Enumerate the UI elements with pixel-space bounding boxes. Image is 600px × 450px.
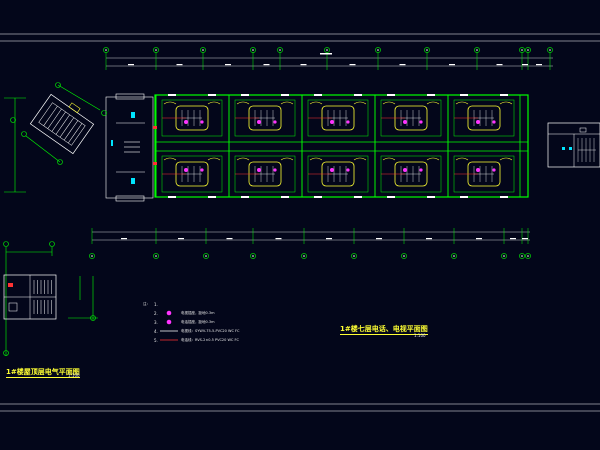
phone-outlet-symbol — [166, 319, 172, 325]
legend-item-5-index: 5. — [154, 338, 158, 343]
main-drawing-scale: 1:100 — [414, 333, 426, 338]
right-partial-plan — [547, 122, 600, 168]
detail-drawing-scale: 1:100 — [68, 373, 80, 378]
legend-item-4-index: 4. — [154, 329, 158, 334]
cad-drawing-canvas[interactable] — [0, 0, 600, 450]
main-floor-plan — [105, 93, 529, 202]
tv-outlet-symbol — [166, 310, 172, 316]
top-dimension-chain — [103, 47, 553, 70]
legend-item-5-text: 电话线：RVS-2×0.5 PVC20 WC FC — [181, 338, 239, 342]
bottom-dimension-chain — [89, 228, 531, 259]
legend-item-3-index: 3. — [154, 320, 158, 325]
sheet-border — [0, 33, 600, 412]
legend-item-3-text: 电话插座，距地0.3m — [181, 320, 215, 324]
legend-item-2-text: 电视插座，距地0.3m — [181, 311, 215, 315]
legend-item-4-text: 电视线：SYWV-75-5-PVC20 WC FC — [181, 329, 240, 333]
roof-detail-plan — [3, 241, 98, 356]
rotated-stair-detail — [4, 82, 107, 193]
building-outline — [154, 94, 529, 198]
legend-mark: 注： — [143, 302, 150, 306]
legend-symbols — [160, 310, 178, 341]
legend-item-1-index: 1. — [154, 302, 158, 307]
entrance-stair-block — [105, 93, 154, 202]
legend-item-2-index: 2. — [154, 311, 158, 316]
